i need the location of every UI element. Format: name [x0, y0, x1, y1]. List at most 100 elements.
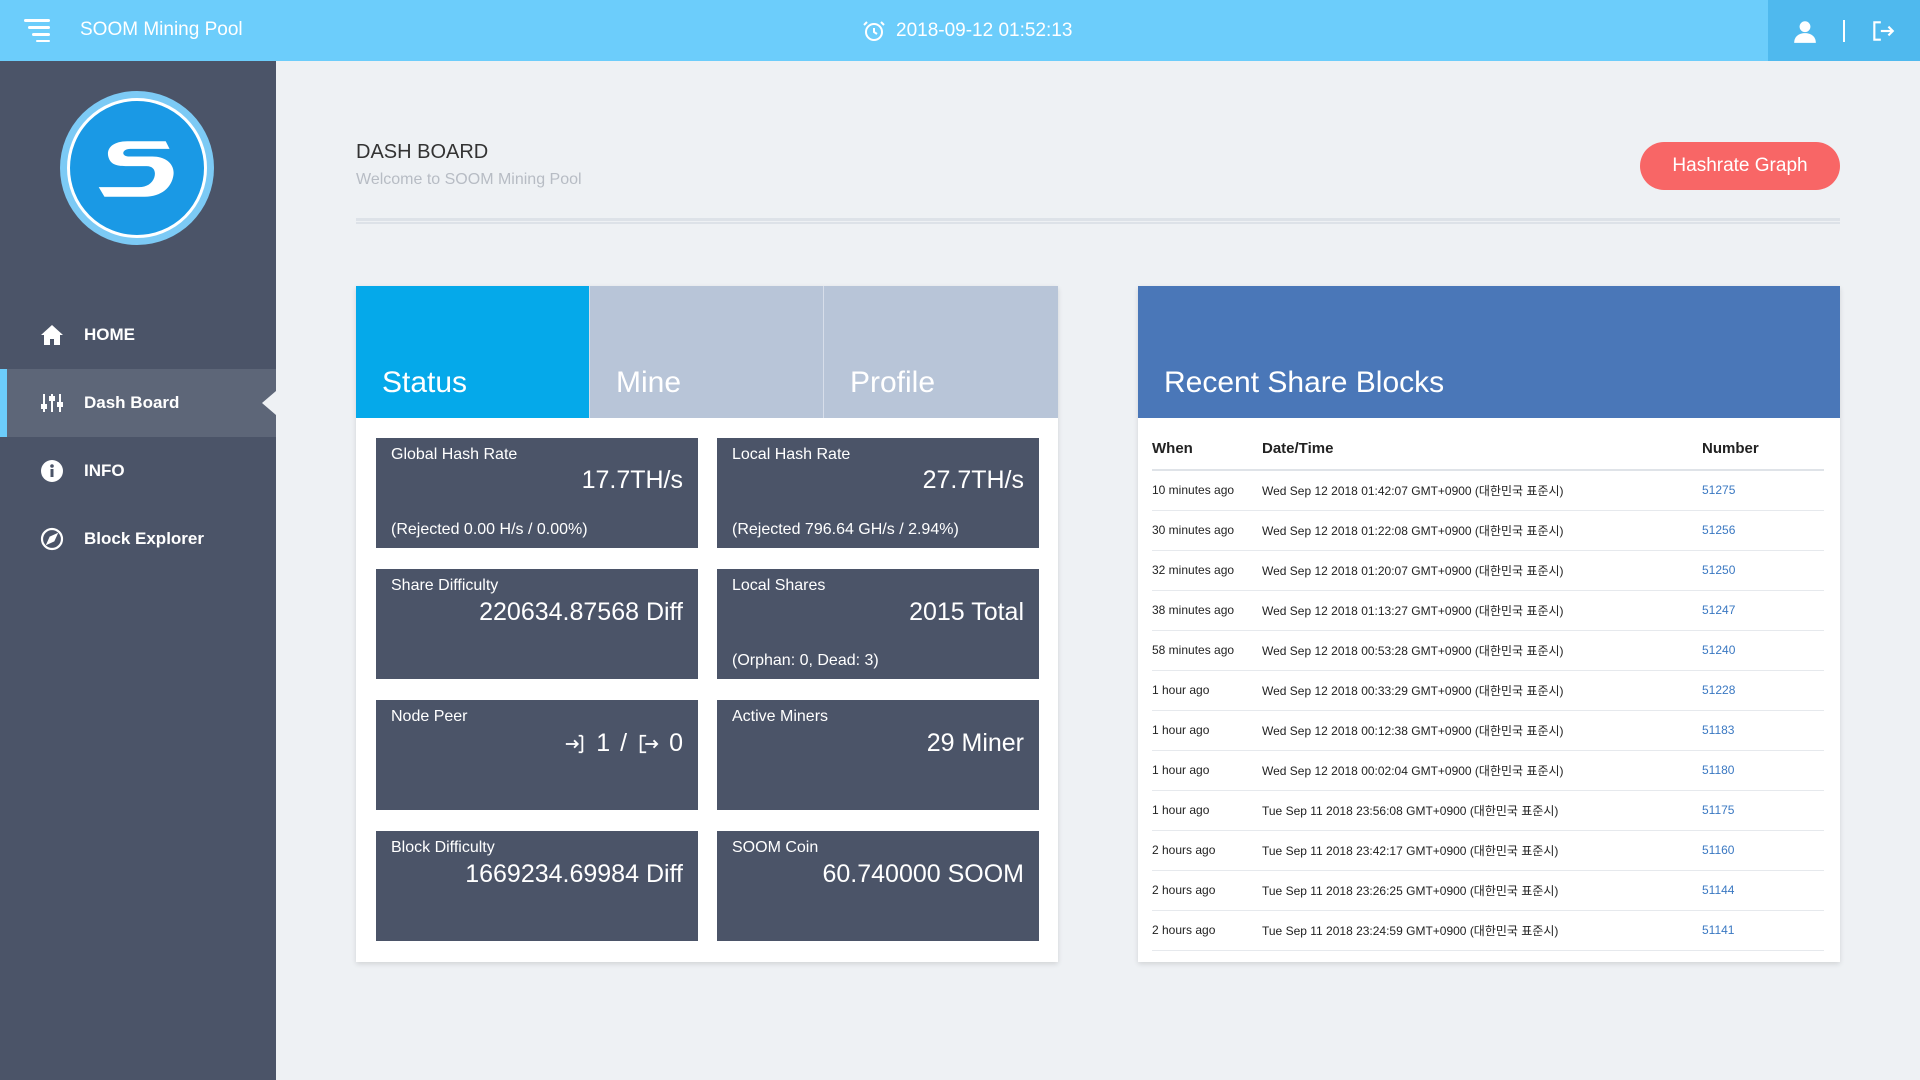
datetime-cell: Wed Sep 12 2018 00:12:38 GMT+0900 (대한민국 … [1262, 710, 1702, 751]
block-number-link[interactable]: 51256 [1702, 523, 1735, 537]
when-cell: 1 hour ago [1152, 670, 1262, 711]
block-number-link[interactable]: 51175 [1702, 803, 1734, 817]
table-row: 38 minutes ago Wed Sep 12 2018 01:13:27 G… [1152, 590, 1824, 631]
card-label: Share Difficulty [391, 577, 499, 594]
datetime-cell: Tue Sep 11 2018 23:26:25 GMT+0900 (대한민국 … [1262, 870, 1702, 911]
datetime-cell: Tue Sep 11 2018 23:24:59 GMT+0900 (대한민국 … [1262, 910, 1702, 951]
card-value: 1669234.69984 Diff [465, 860, 683, 888]
number-cell: 51180 [1702, 750, 1824, 791]
block-number-link[interactable]: 51247 [1702, 603, 1735, 617]
when-cell: 1 hour ago [1152, 710, 1262, 751]
card-value: 29 Miner [926, 729, 1024, 757]
inbound-count: 1 [596, 729, 611, 757]
card-sub: (Rejected 0.00 H/s / 0.00%) [391, 521, 588, 538]
block-number-link[interactable]: 51160 [1702, 843, 1734, 857]
block-number-link[interactable]: 51250 [1702, 563, 1735, 577]
card-label: Block Difficulty [391, 839, 495, 856]
table-row: 1 hour ago Tue Sep 11 2018 23:56:08 GMT+0… [1152, 790, 1824, 831]
s-logo-icon [98, 141, 174, 197]
peer-counts: 1 / 0 [564, 729, 683, 758]
datetime-cell: Wed Sep 12 2018 01:42:07 GMT+0900 (대한민국 … [1262, 470, 1702, 511]
number-cell: 51275 [1702, 470, 1824, 511]
brand-title: SOOM Mining Pool [80, 19, 243, 40]
table-row: 58 minutes ago Wed Sep 12 2018 00:53:28 G… [1152, 630, 1824, 671]
block-number-link[interactable]: 51275 [1702, 483, 1735, 497]
top-actions [1768, 0, 1920, 61]
sidebar-item-label: Block Explorer [84, 529, 204, 548]
block-number-link[interactable]: 51183 [1702, 723, 1734, 737]
info-icon [41, 460, 63, 482]
datetime-text: 2018-09-12 01:52:13 [896, 20, 1073, 41]
outbound-icon [639, 734, 659, 753]
logo-emblem [67, 98, 207, 238]
global-hash-rate-card: Global Hash Rate 17.7TH/s (Rejected 0.00… [376, 438, 698, 548]
table-row: 1 hour ago Wed Sep 12 2018 00:12:38 GMT+0… [1152, 710, 1824, 751]
sidebar-item-label: INFO [84, 461, 125, 480]
datetime-cell: Wed Sep 12 2018 00:53:28 GMT+0900 (대한민국 … [1262, 630, 1702, 671]
table-row: 30 minutes ago Wed Sep 12 2018 01:22:08 G… [1152, 510, 1824, 551]
block-number-link[interactable]: 51228 [1702, 683, 1735, 697]
card-value: 60.740000 SOOM [822, 860, 1024, 888]
sidebar-item-block-explorer[interactable]: Block Explorer [0, 505, 276, 573]
user-icon[interactable] [1792, 18, 1818, 44]
inbound-icon [566, 734, 584, 753]
menu-toggle-icon[interactable] [22, 19, 50, 42]
sliders-icon [41, 394, 63, 412]
top-bar: SOOM Mining Pool 2018-09-12 01:52:13 [0, 0, 1920, 61]
card-label: Node Peer [391, 708, 468, 725]
home-icon [41, 325, 63, 345]
soom-logo[interactable] [60, 91, 214, 245]
tab-mine[interactable]: Mine [590, 286, 824, 418]
hashrate-graph-button[interactable]: Hashrate Graph [1640, 142, 1840, 190]
status-panel: Status Mine Profile Global Hash Rate 17.… [356, 286, 1058, 962]
sidebar-item-label: Dash Board [84, 393, 180, 412]
local-shares-card: Local Shares 2015 Total (Orphan: 0, Dead… [717, 569, 1039, 679]
page-title: DASH BOARD [356, 141, 489, 163]
number-cell: 51175 [1702, 790, 1824, 831]
datetime-cell: Wed Sep 12 2018 00:02:04 GMT+0900 (대한민국 … [1262, 750, 1702, 791]
sidebar: HOME Dash Board INFO Block Explorer [0, 61, 276, 1080]
tab-profile[interactable]: Profile [824, 286, 1058, 418]
card-label: SOOM Coin [732, 839, 819, 856]
column-header-datetime: Date/Time [1262, 428, 1702, 471]
when-cell: 32 minutes ago [1152, 550, 1262, 591]
local-hash-rate-card: Local Hash Rate 27.7TH/s (Rejected 796.6… [717, 438, 1039, 548]
block-number-link[interactable]: 51240 [1702, 643, 1735, 657]
tab-status[interactable]: Status [356, 286, 590, 418]
block-number-link[interactable]: 51141 [1702, 923, 1734, 937]
recent-blocks-table: When Date/Time Number 10 minutes ago Wed … [1152, 428, 1824, 951]
block-number-link[interactable]: 51144 [1702, 883, 1734, 897]
tab-bar: Status Mine Profile [356, 286, 1058, 418]
page-subtitle: Welcome to SOOM Mining Pool [356, 171, 582, 188]
number-cell: 51247 [1702, 590, 1824, 631]
number-cell: 51250 [1702, 550, 1824, 591]
logout-icon[interactable] [1870, 18, 1896, 44]
card-label: Local Hash Rate [732, 446, 851, 463]
card-label: Active Miners [732, 708, 829, 725]
node-peer-card: Node Peer 1 / 0 [376, 700, 698, 810]
datetime-cell: Tue Sep 11 2018 23:56:08 GMT+0900 (대한민국 … [1262, 790, 1702, 831]
compass-icon [40, 527, 64, 551]
when-cell: 1 hour ago [1152, 750, 1262, 791]
active-miners-card: Active Miners 29 Miner [717, 700, 1039, 810]
datetime-cell: Wed Sep 12 2018 00:33:29 GMT+0900 (대한민국 … [1262, 670, 1702, 711]
datetime-cell: Tue Sep 11 2018 23:42:17 GMT+0900 (대한민국 … [1262, 830, 1702, 871]
number-cell: 51160 [1702, 830, 1824, 871]
card-label: Global Hash Rate [391, 446, 518, 463]
number-cell: 51256 [1702, 510, 1824, 551]
outbound-count: 0 [669, 729, 683, 757]
when-cell: 10 minutes ago [1152, 470, 1262, 511]
sidebar-item-dashboard[interactable]: Dash Board [0, 369, 276, 437]
sidebar-item-info[interactable]: INFO [0, 437, 276, 505]
table-row: 2 hours ago Tue Sep 11 2018 23:42:17 GMT+… [1152, 830, 1824, 871]
number-cell: 51141 [1702, 910, 1824, 951]
card-label: Local Shares [732, 577, 826, 594]
datetime-cell: Wed Sep 12 2018 01:20:07 GMT+0900 (대한민국 … [1262, 550, 1702, 591]
card-value: 17.7TH/s [581, 466, 683, 494]
block-number-link[interactable]: 51180 [1702, 763, 1734, 777]
sidebar-item-home[interactable]: HOME [0, 301, 276, 369]
block-difficulty-card: Block Difficulty 1669234.69984 Diff [376, 831, 698, 941]
card-sub: (Rejected 796.64 GH/s / 2.94%) [732, 521, 959, 538]
card-value: 2015 Total [909, 598, 1024, 626]
datetime-cell: Wed Sep 12 2018 01:13:27 GMT+0900 (대한민국 … [1262, 590, 1702, 631]
